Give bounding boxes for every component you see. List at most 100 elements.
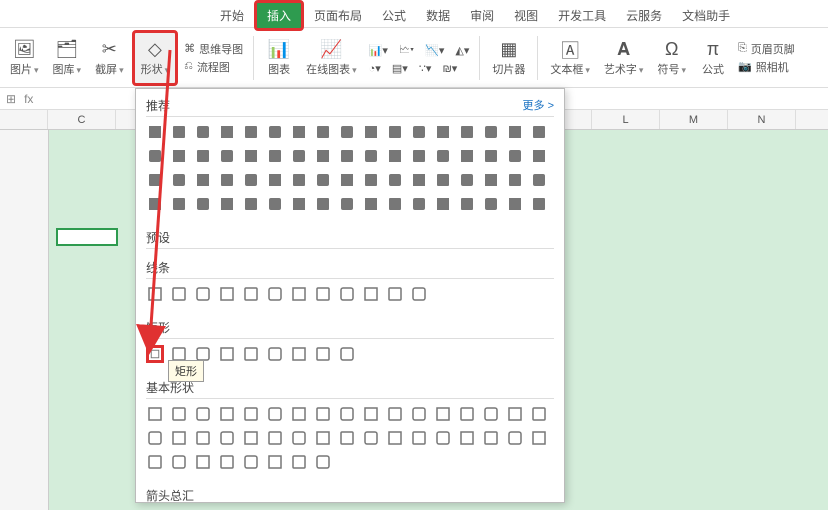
shape-item[interactable] (434, 405, 452, 423)
shape-item[interactable] (170, 429, 188, 447)
col-l[interactable]: L (592, 110, 660, 129)
btn-picture[interactable]: 🖼图片 (4, 30, 45, 86)
shape-item[interactable] (386, 123, 404, 141)
shape-item[interactable] (266, 453, 284, 471)
shape-item[interactable] (362, 123, 380, 141)
col-c[interactable]: C (48, 110, 116, 129)
shape-item[interactable] (338, 171, 356, 189)
shape-item[interactable] (434, 429, 452, 447)
shape-item[interactable] (242, 171, 260, 189)
shape-item[interactable] (218, 195, 236, 213)
shape-item[interactable] (194, 123, 212, 141)
shape-item[interactable] (218, 147, 236, 165)
shape-item[interactable] (194, 453, 212, 471)
shape-item[interactable] (506, 171, 524, 189)
shape-item[interactable] (146, 453, 164, 471)
shape-item[interactable] (218, 345, 236, 363)
shape-item[interactable] (266, 405, 284, 423)
shape-item[interactable] (338, 123, 356, 141)
btn-header[interactable]: ⎘页眉页脚 (738, 41, 795, 57)
btn-equation[interactable]: π公式 (694, 30, 732, 86)
shape-item[interactable] (362, 429, 380, 447)
shape-item[interactable] (290, 453, 308, 471)
shape-item[interactable] (530, 147, 548, 165)
shape-item[interactable] (218, 429, 236, 447)
shape-item[interactable] (458, 171, 476, 189)
shape-item[interactable] (170, 171, 188, 189)
shape-item[interactable] (242, 429, 260, 447)
shape-item[interactable] (146, 429, 164, 447)
btn-symbol[interactable]: Ω符号 (651, 30, 692, 86)
shape-item[interactable] (410, 147, 428, 165)
shape-item[interactable] (482, 429, 500, 447)
shape-item[interactable] (434, 147, 452, 165)
scatter-icon[interactable]: ∵▾ (419, 62, 432, 75)
tab-help[interactable]: 文档助手 (672, 3, 740, 28)
shape-item[interactable] (314, 147, 332, 165)
shape-item[interactable] (410, 123, 428, 141)
shape-item[interactable] (170, 453, 188, 471)
tab-layout[interactable]: 页面布局 (304, 3, 372, 28)
col-corner[interactable] (0, 110, 48, 129)
area-icon[interactable]: ◭▾ (455, 44, 469, 57)
shape-item[interactable] (386, 285, 404, 303)
shape-item[interactable] (146, 405, 164, 423)
shape-item[interactable] (386, 405, 404, 423)
col-n[interactable]: N (728, 110, 796, 129)
tab-insert[interactable]: 插入 (254, 0, 304, 31)
shape-item[interactable] (314, 405, 332, 423)
shape-item[interactable] (530, 405, 548, 423)
tab-start[interactable]: 开始 (210, 3, 254, 28)
shape-item[interactable] (338, 429, 356, 447)
btn-mindmap[interactable]: ⌘思维导图 (184, 41, 243, 57)
shape-item[interactable] (290, 405, 308, 423)
shape-item[interactable] (266, 345, 284, 363)
shape-item[interactable] (242, 453, 260, 471)
btn-gallery[interactable]: 🗂图库 (47, 30, 88, 86)
shape-item[interactable] (506, 123, 524, 141)
line-icon[interactable]: 📉▾ (425, 44, 444, 57)
shape-item[interactable] (194, 285, 212, 303)
shape-item[interactable] (218, 171, 236, 189)
shape-item[interactable] (362, 285, 380, 303)
shape-item[interactable] (482, 171, 500, 189)
shape-item[interactable] (170, 123, 188, 141)
shape-item[interactable] (530, 429, 548, 447)
btn-textbox[interactable]: 🄰文本框 (544, 30, 596, 86)
pie-icon[interactable]: ◔▾ (369, 62, 381, 75)
shape-item[interactable] (194, 195, 212, 213)
shape-item[interactable] (434, 123, 452, 141)
shape-item[interactable] (146, 195, 164, 213)
shape-item[interactable] (314, 123, 332, 141)
btn-screenshot[interactable]: ✂截屏 (89, 30, 130, 86)
active-cell[interactable] (56, 228, 118, 246)
shape-item[interactable] (506, 195, 524, 213)
shape-item[interactable] (410, 285, 428, 303)
shape-item[interactable] (530, 123, 548, 141)
shape-item[interactable] (290, 171, 308, 189)
shape-item[interactable] (386, 429, 404, 447)
shape-item[interactable] (458, 405, 476, 423)
shape-item[interactable] (218, 123, 236, 141)
shape-item[interactable] (242, 195, 260, 213)
tab-cloud[interactable]: 云服务 (616, 3, 672, 28)
btn-onlinechart[interactable]: 📈在线图表 (300, 30, 363, 86)
btn-wordart[interactable]: 𝐀艺术字 (598, 30, 650, 86)
shape-item[interactable] (410, 429, 428, 447)
shape-item[interactable] (146, 285, 164, 303)
shape-item[interactable] (170, 405, 188, 423)
shape-item[interactable] (410, 195, 428, 213)
shape-item[interactable] (290, 147, 308, 165)
namebox-icon[interactable]: ⊞ (6, 92, 16, 106)
shape-item[interactable] (338, 147, 356, 165)
shape-item[interactable] (290, 345, 308, 363)
shape-item[interactable] (338, 405, 356, 423)
shape-item[interactable] (146, 123, 164, 141)
shape-item[interactable] (506, 147, 524, 165)
shape-item[interactable] (314, 429, 332, 447)
shape-item[interactable] (434, 195, 452, 213)
shape-item[interactable] (314, 195, 332, 213)
shape-item[interactable] (266, 429, 284, 447)
shape-item[interactable] (194, 171, 212, 189)
shape-item[interactable] (362, 195, 380, 213)
